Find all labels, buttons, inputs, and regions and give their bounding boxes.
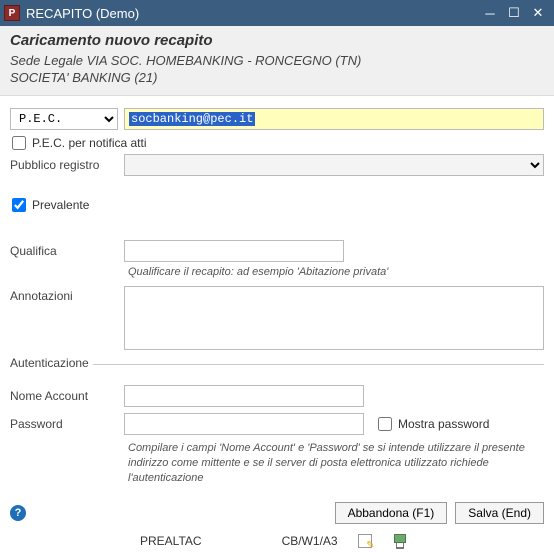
form-body: P.E.C. socbanking@pec.it P.E.C. per noti… xyxy=(0,96,554,490)
pec-notifica-checkbox[interactable] xyxy=(12,136,26,150)
nome-account-input[interactable] xyxy=(124,385,364,407)
pubblico-registro-select[interactable] xyxy=(124,154,544,176)
pec-address-input[interactable]: socbanking@pec.it xyxy=(124,108,544,130)
autenticazione-group: Autenticazione xyxy=(10,364,544,379)
salva-button[interactable]: Salva (End) xyxy=(455,502,544,524)
close-button[interactable]: ✕ xyxy=(526,3,550,23)
status-user: PREALTAC xyxy=(140,534,202,548)
footer-buttons-row: ? Abbandona (F1) Salva (End) xyxy=(0,490,554,528)
annotazioni-label: Annotazioni xyxy=(10,286,118,303)
autenticazione-label: Autenticazione xyxy=(10,356,93,370)
qualifica-hint: Qualificare il recapito: ad esempio 'Abi… xyxy=(128,266,544,278)
edit-doc-icon[interactable] xyxy=(358,534,372,548)
header-line-2: SOCIETA' BANKING (21) xyxy=(10,70,544,85)
pec-notifica-label: P.E.C. per notifica atti xyxy=(32,136,147,150)
header-line-1: Sede Legale VIA SOC. HOMEBANKING - RONCE… xyxy=(10,53,544,68)
status-bar: PREALTAC CB/W1/A3 xyxy=(0,528,554,552)
abbandona-button[interactable]: Abbandona (F1) xyxy=(335,502,448,524)
password-label: Password xyxy=(10,417,118,431)
maximize-button[interactable]: ☐ xyxy=(502,3,526,23)
prevalente-label: Prevalente xyxy=(32,198,89,212)
help-icon[interactable]: ? xyxy=(10,505,26,521)
window-title: RECAPITO (Demo) xyxy=(26,6,478,21)
mostra-password-checkbox[interactable] xyxy=(378,417,392,431)
window-titlebar: P RECAPITO (Demo) ─ ☐ ✕ xyxy=(0,0,554,26)
app-icon: P xyxy=(4,5,20,21)
password-input[interactable] xyxy=(124,413,364,435)
annotazioni-textarea[interactable] xyxy=(124,286,544,350)
mostra-password-label: Mostra password xyxy=(398,417,489,431)
server-icon[interactable] xyxy=(392,534,406,548)
header: Caricamento nuovo recapito Sede Legale V… xyxy=(0,26,554,96)
prevalente-checkbox[interactable] xyxy=(12,198,26,212)
minimize-button[interactable]: ─ xyxy=(478,3,502,23)
page-title: Caricamento nuovo recapito xyxy=(10,32,544,49)
qualifica-label: Qualifica xyxy=(10,244,118,258)
status-code: CB/W1/A3 xyxy=(282,534,338,548)
qualifica-input[interactable] xyxy=(124,240,344,262)
auth-hint: Compilare i campi 'Nome Account' e 'Pass… xyxy=(128,441,544,486)
pubblico-registro-label: Pubblico registro xyxy=(10,158,118,172)
nome-account-label: Nome Account xyxy=(10,389,118,403)
recapito-type-select[interactable]: P.E.C. xyxy=(10,108,118,130)
